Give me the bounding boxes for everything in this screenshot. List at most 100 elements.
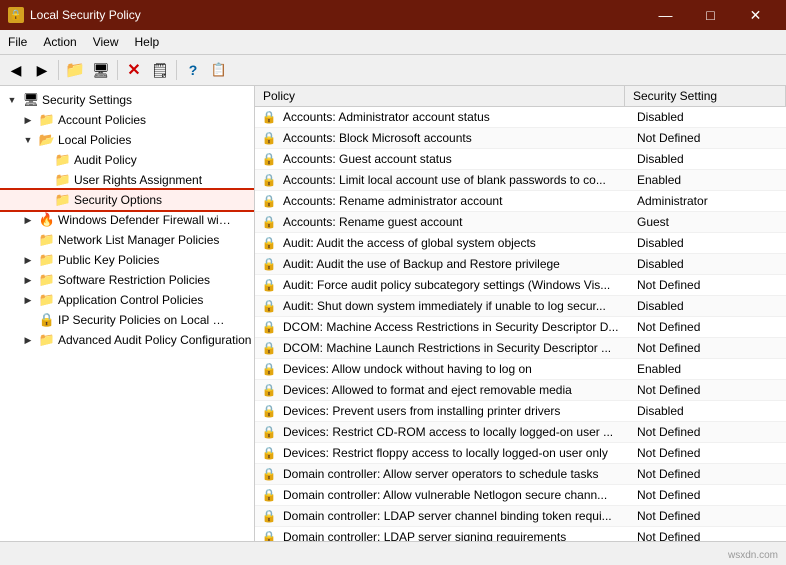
list-row[interactable]: 🔒Devices: Allowed to format and eject re…: [255, 380, 786, 401]
tree-label-public-key: Public Key Policies: [58, 253, 159, 267]
list-row[interactable]: 🔒DCOM: Machine Launch Restrictions in Se…: [255, 338, 786, 359]
tree-item-security-options[interactable]: ▶ 📁 Security Options: [0, 190, 254, 210]
delete-button[interactable]: ✕: [122, 58, 146, 82]
list-row[interactable]: 🔒Audit: Audit the access of global syste…: [255, 233, 786, 254]
row-policy-text: Accounts: Rename guest account: [279, 212, 629, 232]
list-row[interactable]: 🔒Domain controller: Allow vulnerable Net…: [255, 485, 786, 506]
folder-icon-software-restriction: 📁: [39, 272, 55, 288]
folder-icon-app-control: 📁: [39, 292, 55, 308]
tree-label-user-rights: User Rights Assignment: [74, 173, 202, 187]
row-setting-text: Disabled: [629, 233, 786, 253]
export-button[interactable]: 📋: [207, 58, 231, 82]
menu-file[interactable]: File: [0, 32, 35, 52]
tree-item-local-policies[interactable]: ▼ 📂 Local Policies: [0, 130, 254, 150]
forward-button[interactable]: ▶: [30, 58, 54, 82]
tree-label-network-list: Network List Manager Policies: [58, 233, 219, 247]
tree-label-security-options: Security Options: [74, 193, 162, 207]
folder-button[interactable]: 📁: [63, 58, 87, 82]
menu-action[interactable]: Action: [35, 32, 84, 52]
list-row[interactable]: 🔒Domain controller: LDAP server channel …: [255, 506, 786, 527]
row-setting-text: Not Defined: [629, 527, 786, 541]
row-policy-text: Domain controller: Allow vulnerable Netl…: [279, 485, 629, 505]
toolbar: ◀ ▶ 📁 🖥 ✕ 🗒 ? 📋: [0, 55, 786, 86]
tree-label-account-policies: Account Policies: [58, 113, 146, 127]
list-row[interactable]: 🔒Accounts: Block Microsoft accountsNot D…: [255, 128, 786, 149]
list-row[interactable]: 🔒Accounts: Limit local account use of bl…: [255, 170, 786, 191]
row-setting-text: Not Defined: [629, 338, 786, 358]
menu-help[interactable]: Help: [127, 32, 168, 52]
row-setting-text: Not Defined: [629, 443, 786, 463]
tree-item-app-control[interactable]: ▶ 📁 Application Control Policies: [0, 290, 254, 310]
tree-item-security-settings[interactable]: ▼ 🖥 Security Settings: [0, 90, 254, 110]
row-policy-text: Audit: Force audit policy subcategory se…: [279, 275, 629, 295]
row-setting-text: Not Defined: [629, 128, 786, 148]
tree-item-windows-defender[interactable]: ▶ 🔥 Windows Defender Firewall with Adva.…: [0, 210, 254, 230]
row-policy-icon: 🔒: [259, 422, 279, 442]
row-policy-icon: 🔒: [259, 149, 279, 169]
expand-software-restriction[interactable]: ▶: [20, 272, 36, 288]
close-button[interactable]: ✕: [733, 0, 778, 30]
row-setting-text: Not Defined: [629, 464, 786, 484]
list-row[interactable]: 🔒Audit: Force audit policy subcategory s…: [255, 275, 786, 296]
tree-item-audit-policy[interactable]: ▶ 📁 Audit Policy: [0, 150, 254, 170]
tree-item-software-restriction[interactable]: ▶ 📁 Software Restriction Policies: [0, 270, 254, 290]
list-row[interactable]: 🔒Domain controller: Allow server operato…: [255, 464, 786, 485]
col-header-setting[interactable]: Security Setting: [625, 86, 786, 106]
row-setting-text: Not Defined: [629, 506, 786, 526]
app-icon: 🔒: [8, 7, 24, 23]
row-policy-icon: 🔒: [259, 527, 279, 541]
help-button[interactable]: ?: [181, 58, 205, 82]
expand-security-settings[interactable]: ▼: [4, 92, 20, 108]
properties-button[interactable]: 🗒: [148, 58, 172, 82]
list-row[interactable]: 🔒Devices: Prevent users from installing …: [255, 401, 786, 422]
list-row[interactable]: 🔒Accounts: Rename guest accountGuest: [255, 212, 786, 233]
tree-item-ip-security[interactable]: ▶ 🔒 IP Security Policies on Local Comput…: [0, 310, 254, 330]
list-body: 🔒 Accounts: Administrator account status D…: [255, 107, 786, 541]
minimize-button[interactable]: —: [643, 0, 688, 30]
row-policy-icon: 🔒: [259, 317, 279, 337]
row-policy-text: Accounts: Administrator account status: [279, 107, 629, 127]
tree-item-network-list[interactable]: ▶ 📁 Network List Manager Policies: [0, 230, 254, 250]
list-row[interactable]: 🔒Devices: Restrict CD-ROM access to loca…: [255, 422, 786, 443]
folder-icon-advanced-audit: 📁: [39, 332, 55, 348]
expand-local-policies[interactable]: ▼: [20, 132, 36, 148]
menu-bar: File Action View Help: [0, 30, 786, 55]
menu-view[interactable]: View: [85, 32, 127, 52]
folder-icon-local-policies: 📂: [39, 132, 55, 148]
expand-account-policies[interactable]: ▶: [20, 112, 36, 128]
list-row[interactable]: 🔒Accounts: Guest account statusDisabled: [255, 149, 786, 170]
row-setting-text: Disabled: [629, 401, 786, 421]
watermark: wsxdn.com: [728, 550, 778, 561]
row-policy-text: Domain controller: Allow server operator…: [279, 464, 629, 484]
list-row[interactable]: 🔒Accounts: Rename administrator accountA…: [255, 191, 786, 212]
expand-windows-defender[interactable]: ▶: [20, 212, 36, 228]
list-row[interactable]: 🔒Accounts: Administrator account statusD…: [255, 107, 786, 128]
list-row[interactable]: 🔒Audit: Audit the use of Backup and Rest…: [255, 254, 786, 275]
row-setting-text: Not Defined: [629, 317, 786, 337]
tree-item-account-policies[interactable]: ▶ 📁 Account Policies: [0, 110, 254, 130]
folder-icon-public-key: 📁: [39, 252, 55, 268]
tree-item-advanced-audit[interactable]: ▶ 📁 Advanced Audit Policy Configuration: [0, 330, 254, 350]
row-policy-icon: 🔒: [259, 233, 279, 253]
list-row[interactable]: 🔒DCOM: Machine Access Restrictions in Se…: [255, 317, 786, 338]
maximize-button[interactable]: □: [688, 0, 733, 30]
monitor-button[interactable]: 🖥: [89, 58, 113, 82]
folder-icon-network-list: 📁: [39, 232, 55, 248]
row-setting-text: Guest: [629, 212, 786, 232]
row-policy-icon: 🔒: [259, 296, 279, 316]
tree-item-public-key[interactable]: ▶ 📁 Public Key Policies: [0, 250, 254, 270]
tree-item-user-rights[interactable]: ▶ 📁 User Rights Assignment: [0, 170, 254, 190]
row-setting-text: Enabled: [629, 170, 786, 190]
list-row[interactable]: 🔒Audit: Shut down system immediately if …: [255, 296, 786, 317]
toolbar-sep-3: [176, 60, 177, 80]
expand-public-key[interactable]: ▶: [20, 252, 36, 268]
col-header-policy[interactable]: Policy: [255, 86, 625, 106]
row-policy-icon: 🔒: [259, 485, 279, 505]
expand-advanced-audit[interactable]: ▶: [20, 332, 36, 348]
folder-icon-security-settings: 🖥: [23, 92, 39, 108]
list-row[interactable]: 🔒Devices: Restrict floppy access to loca…: [255, 443, 786, 464]
expand-app-control[interactable]: ▶: [20, 292, 36, 308]
list-row[interactable]: 🔒Devices: Allow undock without having to…: [255, 359, 786, 380]
list-row[interactable]: 🔒Domain controller: LDAP server signing …: [255, 527, 786, 541]
back-button[interactable]: ◀: [4, 58, 28, 82]
